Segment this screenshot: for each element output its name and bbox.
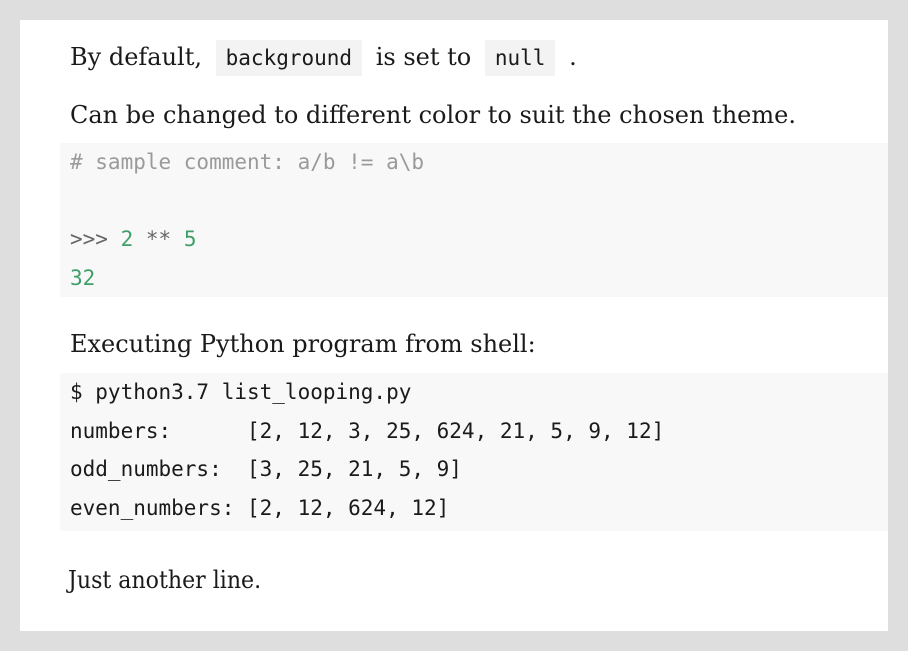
code-repl-output: 32 [70, 265, 96, 290]
code-block-python-repl: # sample comment: a/b != a\b >>> 2 ** 5 … [60, 143, 888, 297]
paragraph-text-prefix: By default, [70, 43, 202, 71]
paragraph-text-suffix: . [569, 43, 577, 71]
code-operator: ** [145, 227, 172, 251]
inline-code-background: background [215, 40, 363, 76]
document-page: By default, background is set to null . … [20, 20, 888, 631]
shell-command-line: $ python3.7 list_looping.py [70, 380, 412, 404]
inline-code-null: null [484, 40, 556, 76]
shell-output-line: numbers: [2, 12, 3, 25, 624, 21, 5, 9, 1… [70, 418, 665, 443]
code-number: 5 [183, 227, 197, 251]
code-block-shell-output: $ python3.7 list_looping.py numbers: [2,… [60, 373, 888, 531]
code-comment: # sample comment: a/b != a\b [70, 150, 425, 174]
paragraph-shell-intro: Executing Python program from shell: [70, 330, 536, 358]
code-number: 2 [120, 227, 134, 251]
paragraph-theme-note: Can be changed to different color to sui… [70, 101, 796, 129]
repl-prompt: >>> [70, 227, 108, 251]
paragraph-text-middle: is set to [375, 43, 472, 71]
code-repl-input: >>> 2 ** 5 [70, 220, 888, 259]
shell-output-line: odd_numbers: [3, 25, 21, 5, 9] [70, 457, 462, 481]
paragraph-default-background: By default, background is set to null . [70, 40, 577, 76]
paragraph-closing: Just another line. [68, 566, 262, 594]
shell-output-line: even_numbers: [2, 12, 624, 12] [70, 495, 450, 520]
